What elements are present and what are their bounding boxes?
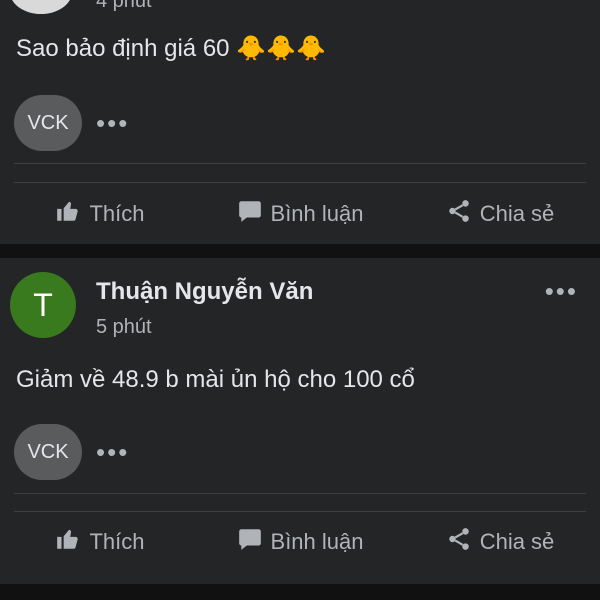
post-text: Giảm về 48.9 b mài ủn hộ cho 100 cổ (16, 366, 415, 393)
more-options-icon[interactable]: ••• (545, 278, 578, 304)
divider (14, 182, 586, 183)
comment-button[interactable]: Bình luận (200, 184, 400, 244)
author-avatar[interactable] (10, 0, 72, 14)
share-label: Chia sẻ (479, 201, 555, 226)
post-card: T Thuận Nguyễn Văn 5 phút ••• Giảm về 48… (0, 258, 600, 584)
reaction-chip[interactable]: VCK (14, 95, 82, 151)
share-label: Chia sẻ (479, 529, 555, 554)
thumbs-up-icon (55, 198, 81, 230)
author-name[interactable]: Thuận Nguyễn Văn (96, 278, 313, 306)
more-options-icon[interactable]: ••• (96, 110, 129, 136)
share-icon (446, 198, 472, 230)
divider (14, 163, 586, 164)
post-time[interactable]: 5 phút (96, 316, 152, 339)
post-card: 4 phút Sao bảo định giá 60 🐥🐥🐥 VCK ••• T… (0, 0, 600, 244)
action-bar: Thích Bình luận Chia sẻ (0, 512, 600, 572)
more-options-icon[interactable]: ••• (96, 439, 129, 465)
post-text: Sao bảo định giá 60 🐥🐥🐥 (16, 35, 326, 62)
author-avatar[interactable]: T (10, 272, 76, 338)
action-bar: Thích Bình luận Chia sẻ (0, 184, 600, 244)
comment-label: Bình luận (270, 201, 364, 226)
like-label: Thích (89, 201, 145, 226)
share-icon (446, 526, 472, 558)
share-button[interactable]: Chia sẻ (400, 184, 600, 244)
comment-bubble-icon (237, 198, 263, 230)
like-button[interactable]: Thích (0, 184, 200, 244)
post-time: 4 phút (96, 0, 152, 12)
reaction-row: VCK ••• (14, 424, 129, 480)
comment-bubble-icon (237, 526, 263, 558)
like-button[interactable]: Thích (0, 512, 200, 572)
reaction-chip[interactable]: VCK (14, 424, 82, 480)
thumbs-up-icon (55, 526, 81, 558)
reaction-row: VCK ••• (14, 95, 129, 151)
share-button[interactable]: Chia sẻ (400, 512, 600, 572)
like-label: Thích (89, 529, 145, 554)
comment-label: Bình luận (270, 529, 364, 554)
comment-button[interactable]: Bình luận (200, 512, 400, 572)
divider (14, 493, 586, 494)
